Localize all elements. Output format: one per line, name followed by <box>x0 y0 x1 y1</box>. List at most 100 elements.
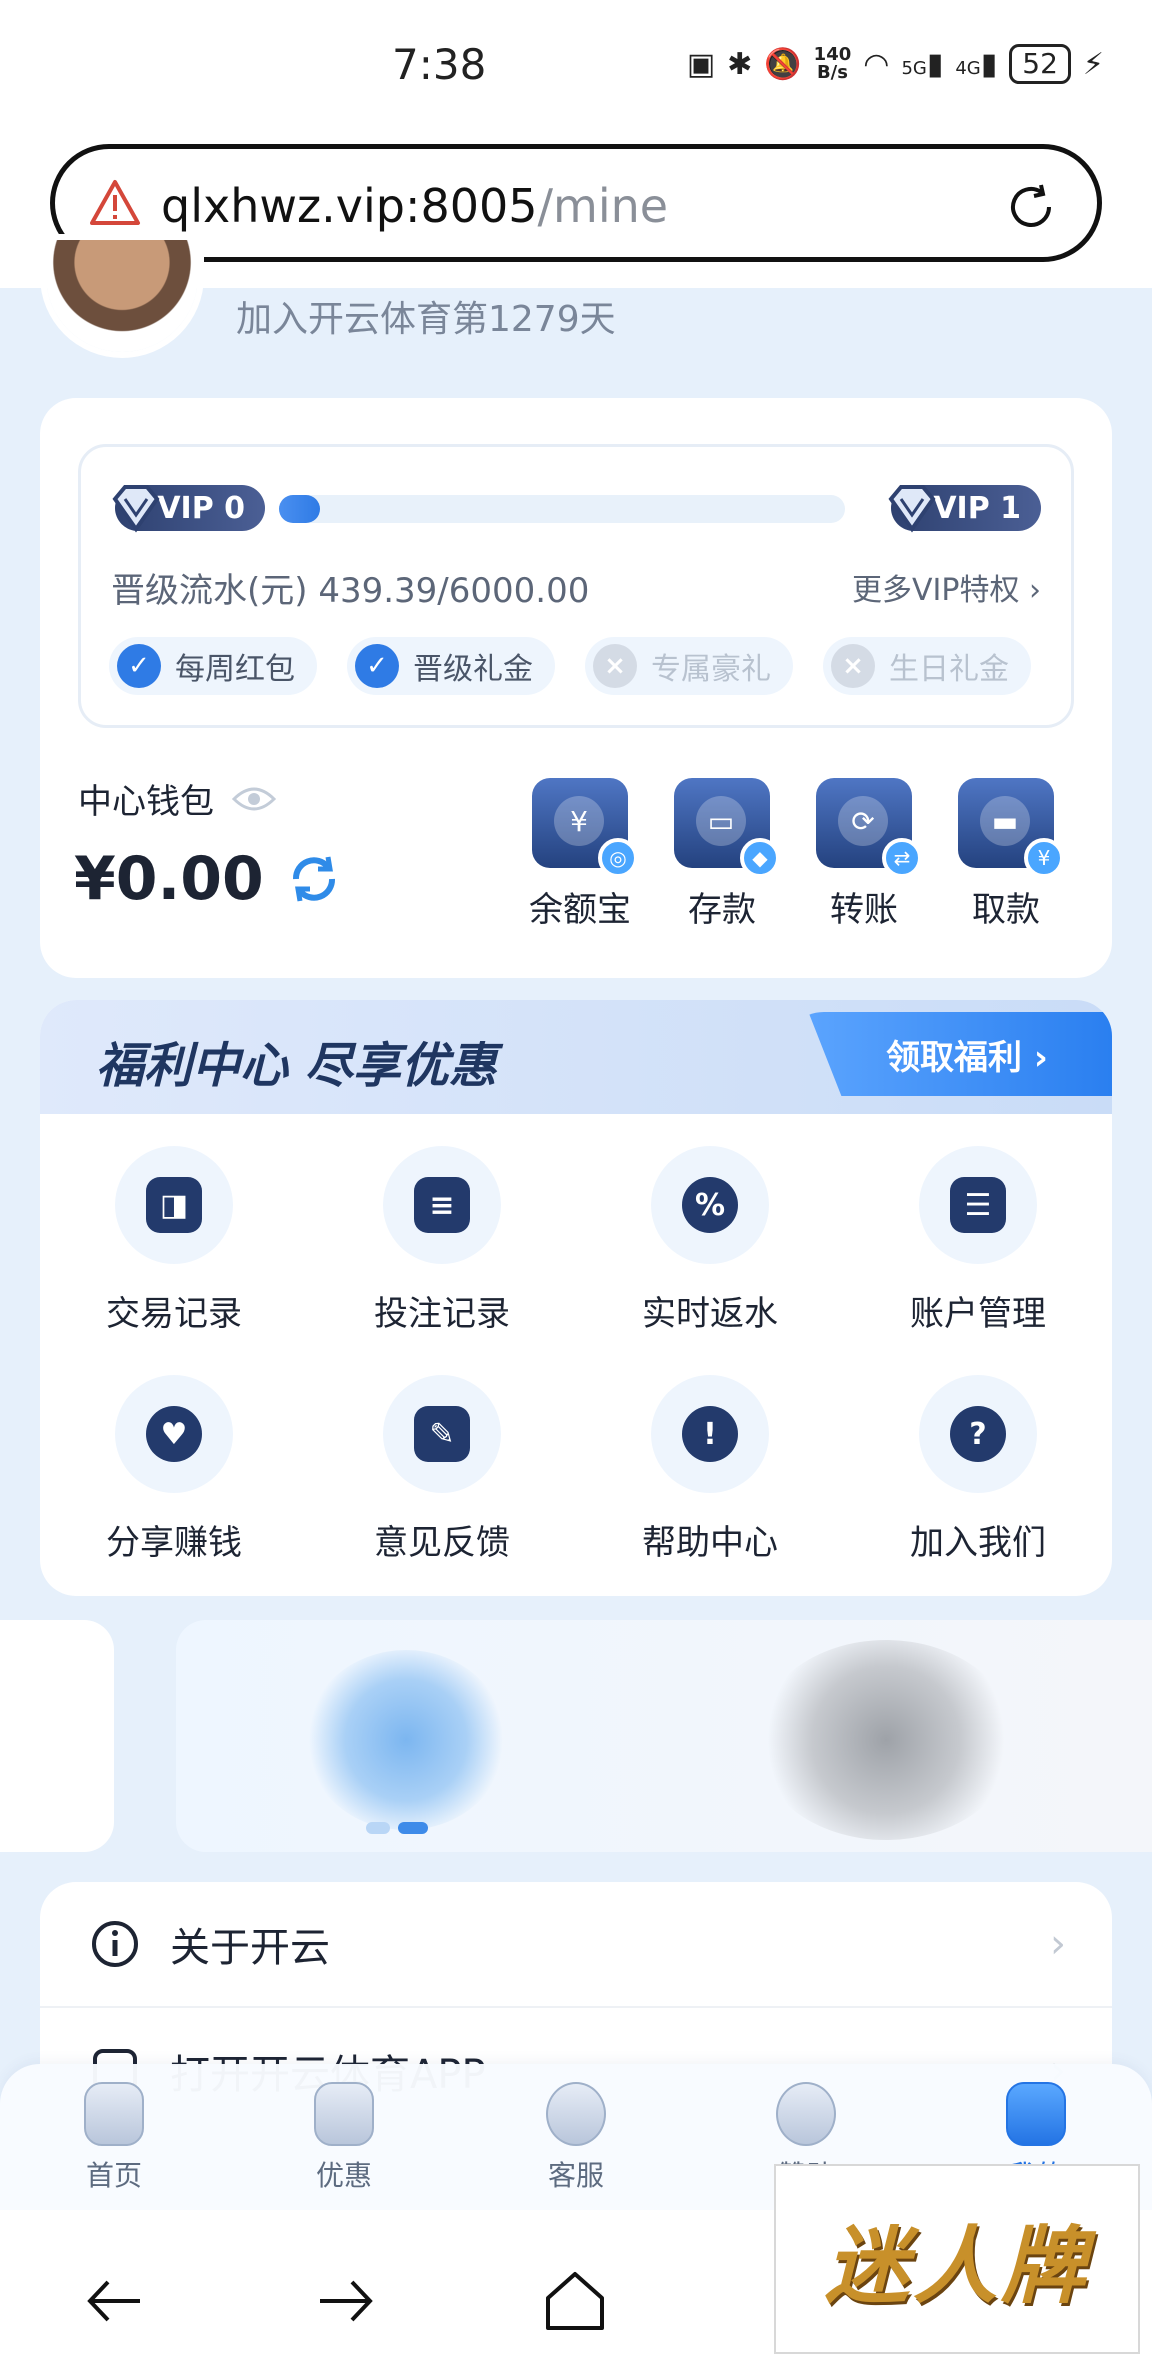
refresh-icon[interactable] <box>286 851 342 907</box>
yuan-icon: ¥ ◎ <box>532 778 638 878</box>
yuebao-button[interactable]: ¥ ◎ 余额宝 <box>529 778 638 931</box>
perk-exclusive-gift[interactable]: × 专属豪礼 <box>585 637 793 695</box>
check-icon: ✓ <box>355 644 399 688</box>
card-glyph: ▬ <box>980 796 1030 846</box>
wallet-label-text: 中心钱包 <box>78 782 214 822</box>
warning-icon[interactable] <box>89 177 141 229</box>
exclamation-glyph: ! <box>682 1406 738 1462</box>
carousel-dot-active[interactable] <box>398 1822 428 1834</box>
bet-records-item[interactable]: ≡ 投注记录 <box>308 1146 576 1335</box>
welfare-header: 福利中心 尽享优惠 领取福利 › <box>40 1000 1112 1114</box>
welfare-grid: ◨ 交易记录 ≡ 投注记录 % 实时返水 ☰ 账户管理 ♥ 分享赚钱 ✎ 意见反… <box>40 1146 1112 1564</box>
welfare-card: 福利中心 尽享优惠 领取福利 › ◨ 交易记录 ≡ 投注记录 % 实时返水 ☰ … <box>40 1000 1112 1596</box>
home-nav-icon[interactable] <box>540 2266 610 2336</box>
vip-perks: ✓ 每周红包 ✓ 晋级礼金 × 专属豪礼 × 生日礼金 <box>109 637 1031 695</box>
back-arrow-icon[interactable] <box>80 2266 150 2336</box>
bluetooth-icon: ✱ <box>727 46 753 82</box>
feedback-item[interactable]: ✎ 意见反馈 <box>308 1375 576 1564</box>
withdraw-button[interactable]: ▬ ¥ 取款 <box>956 778 1064 931</box>
banner-image-blurred <box>756 1640 1016 1840</box>
grid-label: 实时返水 <box>642 1294 778 1334</box>
grid-label: 投注记录 <box>374 1294 510 1334</box>
question-icon: ? <box>919 1375 1037 1493</box>
percent-badge-icon: % <box>651 1146 769 1264</box>
wifi-icon: ◠ <box>863 46 890 82</box>
promo-banner[interactable] <box>176 1620 1152 1852</box>
gift-icon <box>314 2082 374 2146</box>
transfer-button[interactable]: ⟳ ⇄ 转账 <box>814 778 922 931</box>
wallet-label: 中心钱包 <box>78 774 276 823</box>
info-icon <box>92 1921 138 1967</box>
edit-glyph: ✎ <box>414 1406 470 1462</box>
reload-icon[interactable] <box>1001 177 1061 237</box>
help-center-item[interactable]: ! 帮助中心 <box>576 1375 844 1564</box>
tab-home[interactable]: 首页 <box>44 2082 184 2194</box>
handshake-icon: ♥ <box>115 1375 233 1493</box>
headset-icon <box>546 2082 606 2146</box>
claim-welfare-button[interactable]: 领取福利 › <box>808 1012 1112 1096</box>
url-text[interactable]: qlxhwz.vip:8005/mine <box>161 179 668 233</box>
vip-progress-bar <box>279 495 845 523</box>
net-speed-unit: B/s <box>816 62 848 83</box>
percent-glyph: % <box>682 1177 738 1233</box>
forward-arrow-icon[interactable] <box>310 2266 380 2336</box>
mute-icon: 🔕 <box>764 46 802 82</box>
watermark-text: 迷人牌 <box>824 2215 1089 2315</box>
banner-image-blurred <box>306 1650 506 1830</box>
cross-icon: × <box>593 644 637 688</box>
account-management-item[interactable]: ☰ 账户管理 <box>844 1146 1112 1335</box>
account-card: VIP 0 VIP 1 晋级流水(元) 439.39/6000.00 更多VIP… <box>40 398 1112 978</box>
home-icon <box>84 2082 144 2146</box>
card-icon: ▬ ¥ <box>958 778 1064 878</box>
tab-customer-service[interactable]: 客服 <box>506 2082 646 2194</box>
question-glyph: ? <box>950 1406 1006 1462</box>
tab-promotions[interactable]: 优惠 <box>274 2082 414 2194</box>
vip-progress-box: VIP 0 VIP 1 晋级流水(元) 439.39/6000.00 更多VIP… <box>78 444 1074 728</box>
wallet-icon: ◨ <box>115 1146 233 1264</box>
signal-4g-icon: 4G▮ <box>955 46 998 82</box>
carousel-dot[interactable] <box>366 1822 390 1834</box>
vip-next-label: VIP 1 <box>933 490 1021 526</box>
exclamation-icon: ! <box>651 1375 769 1493</box>
realtime-rebate-item[interactable]: % 实时返水 <box>576 1146 844 1335</box>
status-bar: 7:38 ▣ ✱ 🔕 140 B/s ◠ 5G▮ 4G▮ 52 ⚡ <box>0 0 1152 140</box>
eye-icon[interactable] <box>232 785 276 813</box>
status-icons: ▣ ✱ 🔕 140 B/s ◠ 5G▮ 4G▮ 52 ⚡ <box>687 44 1104 84</box>
share-earn-item[interactable]: ♥ 分享赚钱 <box>40 1375 308 1564</box>
transaction-records-item[interactable]: ◨ 交易记录 <box>40 1146 308 1335</box>
perk-label: 晋级礼金 <box>413 652 533 687</box>
calendar-glyph: ≡ <box>414 1177 470 1233</box>
vip-current-badge: VIP 0 <box>112 485 265 533</box>
join-days-text: 加入开云体育第1279天 <box>236 299 616 340</box>
perk-weekly-red-envelope[interactable]: ✓ 每周红包 <box>109 637 317 695</box>
grid-label: 意见反馈 <box>374 1523 510 1563</box>
banner-prev-slide[interactable] <box>0 1620 114 1852</box>
watermark-logo: 迷人牌 <box>774 2164 1140 2354</box>
nfc-icon: ▣ <box>686 46 716 82</box>
signal-5g-label: 5G <box>901 57 927 79</box>
wallet-actions: ¥ ◎ 余额宝 ▭ ◆ 存款 ⟳ ⇄ 转账 ▬ ¥ 取款 <box>529 778 1064 931</box>
action-label: 取款 <box>972 890 1040 930</box>
address-bar[interactable]: qlxhwz.vip:8005/mine <box>50 144 1102 262</box>
grid-label: 交易记录 <box>106 1294 242 1334</box>
vip-progress-text: 晋级流水(元) 439.39/6000.00 <box>111 571 590 611</box>
perk-birthday-bonus[interactable]: × 生日礼金 <box>823 637 1031 695</box>
vip-gem-icon <box>112 485 160 533</box>
about-row[interactable]: 关于开云 › <box>40 1882 1112 2008</box>
vip-more-link[interactable]: 更多VIP特权 › <box>852 565 1041 609</box>
deposit-button[interactable]: ▭ ◆ 存款 <box>672 778 780 931</box>
avatar[interactable] <box>46 240 198 352</box>
handshake-glyph: ♥ <box>146 1406 202 1462</box>
join-us-item[interactable]: ? 加入我们 <box>844 1375 1112 1564</box>
cross-icon: × <box>831 644 875 688</box>
wallet-balance: ¥0.00 <box>74 844 342 914</box>
diamond-badge-icon: ◆ <box>740 838 780 878</box>
action-label: 存款 <box>688 890 756 930</box>
tab-label: 客服 <box>547 2159 604 2192</box>
circle-badge-icon: ◎ <box>598 838 638 878</box>
vip-next-badge: VIP 1 <box>888 485 1041 533</box>
url-path: /mine <box>537 179 669 233</box>
perk-upgrade-bonus[interactable]: ✓ 晋级礼金 <box>347 637 555 695</box>
check-icon: ✓ <box>117 644 161 688</box>
calendar-icon: ≡ <box>383 1146 501 1264</box>
